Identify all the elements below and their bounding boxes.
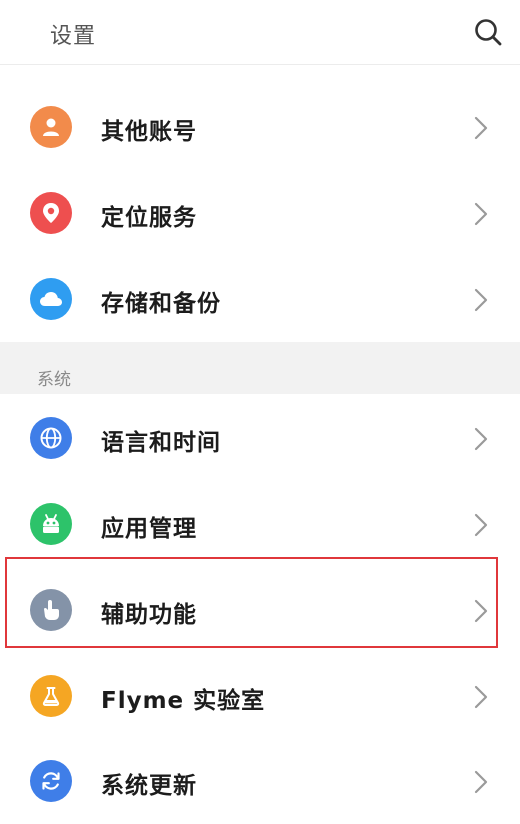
settings-item-accessibility[interactable]: 辅助功能 — [0, 567, 520, 653]
page-title: 设置 — [50, 24, 97, 49]
globe-icon — [40, 427, 62, 449]
chevron-right-icon — [474, 599, 488, 623]
chevron-right-icon — [474, 202, 488, 226]
settings-item-label: 辅助功能 — [101, 602, 197, 628]
other-accounts-icon-badge — [30, 106, 72, 148]
settings-item-storage-backup[interactable]: 存储和备份 — [0, 256, 520, 342]
settings-item-app-management[interactable]: 应用管理 — [0, 481, 520, 567]
chevron-right-icon — [474, 770, 488, 794]
app-header: 设置 — [0, 0, 520, 65]
person-icon — [43, 118, 59, 136]
storage-icon-badge — [30, 278, 72, 320]
chevron-right-icon — [474, 513, 488, 537]
hand-pointer-icon — [44, 600, 59, 620]
flyme-lab-icon-badge — [30, 675, 72, 717]
location-pin-icon — [43, 203, 59, 223]
settings-item-other-accounts[interactable]: 其他账号 — [0, 84, 520, 170]
android-icon — [43, 514, 59, 533]
settings-item-flyme-lab[interactable]: Flyme 实验室 — [0, 653, 520, 739]
settings-item-system-update[interactable]: 系统更新 — [0, 738, 520, 824]
section-title: 系统 — [37, 370, 71, 390]
accessibility-icon-badge — [30, 589, 72, 631]
settings-item-label: 语言和时间 — [101, 430, 221, 456]
search-button[interactable] — [470, 14, 506, 50]
section-header-system: 系统 — [0, 342, 520, 394]
settings-item-label: 应用管理 — [101, 516, 197, 542]
settings-item-label: Flyme 实验室 — [101, 688, 266, 714]
search-icon — [475, 19, 502, 46]
chevron-right-icon — [474, 427, 488, 451]
settings-item-label: 存储和备份 — [101, 291, 221, 317]
chevron-right-icon — [474, 288, 488, 312]
location-icon-badge — [30, 192, 72, 234]
cloud-icon — [40, 292, 62, 306]
settings-item-label: 定位服务 — [101, 205, 197, 231]
chevron-right-icon — [474, 116, 488, 140]
system-update-icon-badge — [30, 760, 72, 802]
chevron-right-icon — [474, 685, 488, 709]
flask-icon — [42, 687, 60, 706]
settings-item-location-services[interactable]: 定位服务 — [0, 170, 520, 256]
settings-item-label: 其他账号 — [101, 119, 197, 145]
app-management-icon-badge — [30, 503, 72, 545]
settings-item-language-time[interactable]: 语言和时间 — [0, 395, 520, 481]
settings-item-label: 系统更新 — [101, 773, 197, 799]
language-icon-badge — [30, 417, 72, 459]
refresh-icon — [42, 772, 60, 790]
